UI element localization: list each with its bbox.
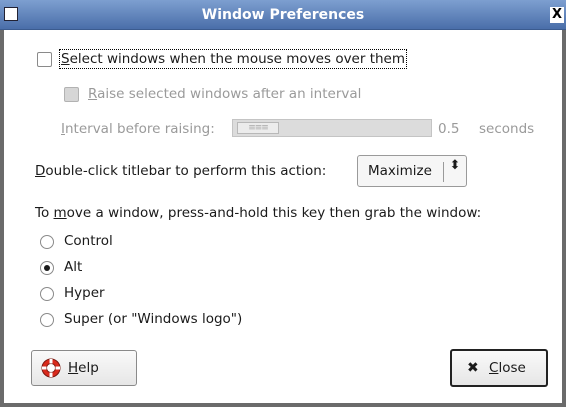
double-click-text: ouble-click titlebar to perform this act… <box>45 163 327 179</box>
interval-value: 0.5 <box>438 121 460 137</box>
title-bar[interactable]: Window Preferences X <box>0 0 566 30</box>
window-frame-right <box>562 30 566 407</box>
combo-selected-value: Maximize <box>368 163 432 179</box>
radio-super-label[interactable]: Super (or "Windows logo") <box>64 311 242 327</box>
radio-hyper[interactable] <box>40 287 54 301</box>
raise-windows-checkbox[interactable] <box>64 87 79 102</box>
mnemonic-h: H <box>68 360 79 376</box>
interval-unit: seconds <box>479 121 535 137</box>
move-modifier-text: ove a window, press-and-hold this key th… <box>66 205 482 221</box>
interval-text: nterval before raising: <box>64 121 215 137</box>
mnemonic-r: R <box>88 86 98 102</box>
help-button-text: elp <box>78 360 99 376</box>
close-button[interactable]: ✖ Close <box>450 349 548 387</box>
radio-control-label[interactable]: Control <box>64 233 113 249</box>
raise-windows-text: aise selected windows after an interval <box>97 86 362 102</box>
window-title: Window Preferences <box>201 7 365 23</box>
x-icon: ✖ <box>467 360 479 376</box>
radio-hyper-label[interactable]: Hyper <box>64 285 105 301</box>
radio-alt-label[interactable]: Alt <box>64 259 82 275</box>
double-click-label: Double-click titlebar to perform this ac… <box>35 163 326 179</box>
radio-selected-dot <box>44 265 50 271</box>
radio-super[interactable] <box>40 313 54 327</box>
move-modifier-label: To move a window, press-and-hold this ke… <box>35 205 481 221</box>
radio-control[interactable] <box>40 235 54 249</box>
title-close-button[interactable]: X <box>550 7 564 23</box>
raise-windows-label[interactable]: Raise selected windows after an interval <box>88 86 361 102</box>
close-button-label: Close <box>489 360 526 376</box>
radio-alt[interactable] <box>40 261 54 275</box>
focus-follows-mouse-checkbox[interactable] <box>37 52 52 67</box>
window-preferences-dialog: Window Preferences X Select windows when… <box>0 0 566 407</box>
double-click-action-combo[interactable]: Maximize ⬍ <box>357 155 467 187</box>
mnemonic-d: D <box>35 163 46 179</box>
focus-follows-mouse-label[interactable]: Select windows when the mouse moves over… <box>58 49 408 69</box>
mnemonic-m: m <box>53 205 67 221</box>
move-modifier-prefix: To <box>35 205 54 221</box>
window-frame-bottom <box>0 403 566 407</box>
lifebuoy-icon <box>41 358 61 378</box>
slider-thumb[interactable]: ≡≡≡ <box>237 122 279 134</box>
combo-arrows-icon: ⬍ <box>449 158 461 173</box>
focus-follows-mouse-text: elect windows when the mouse moves over … <box>69 51 406 67</box>
combo-separator <box>443 162 444 182</box>
interval-slider[interactable]: ≡≡≡ <box>232 119 432 137</box>
interval-label: Interval before raising: <box>61 121 215 137</box>
window-frame-left <box>0 30 4 407</box>
help-button-label: Help <box>68 360 99 376</box>
help-button[interactable]: Help <box>31 350 137 386</box>
close-button-text: lose <box>498 360 526 376</box>
mnemonic-s: S <box>61 51 70 67</box>
